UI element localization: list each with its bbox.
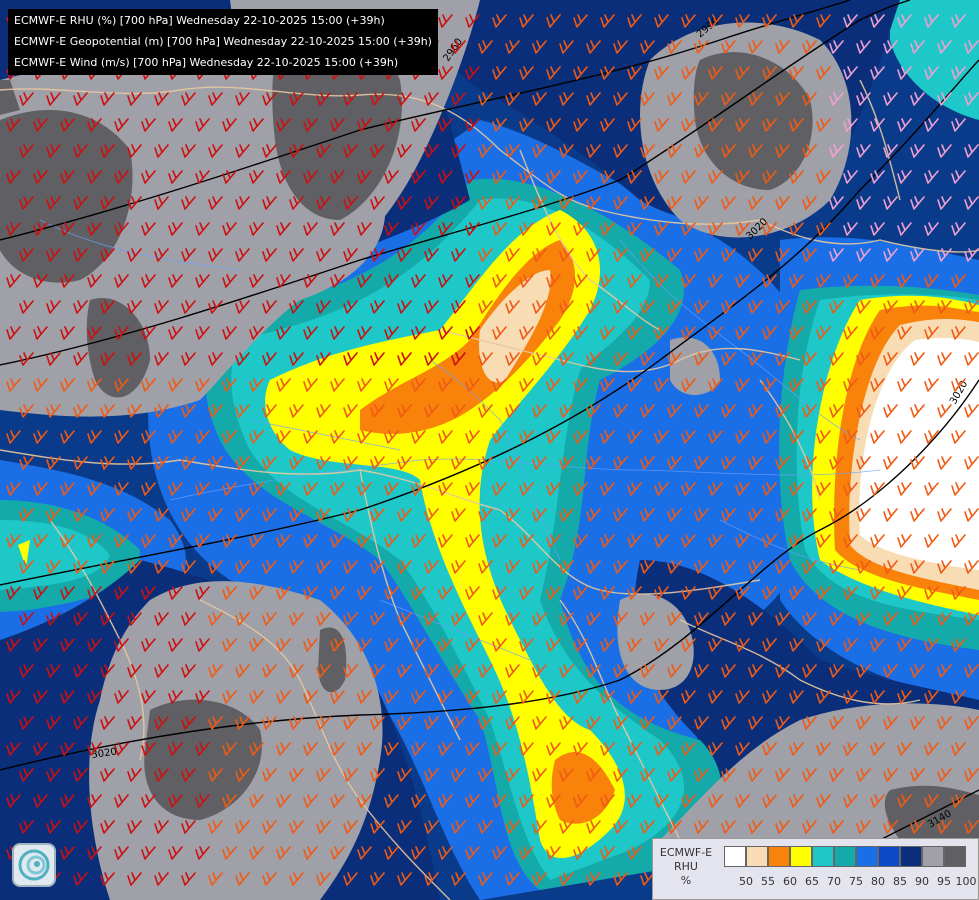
geopotential-title: ECMWF-E Geopotential (m) [700 hPa] Wedne… [14, 35, 432, 48]
legend-swatch [944, 846, 966, 867]
legend-swatch [746, 846, 768, 867]
legend-swatch [790, 846, 812, 867]
legend-swatch [922, 846, 944, 867]
legend-title-variable: RHU [674, 860, 698, 873]
legend-tick-label: 100 [955, 875, 977, 888]
wind-title: ECMWF-E Wind (m/s) [700 hPa] Wednesday 2… [14, 56, 399, 69]
rhu-legend: ECMWF-E RHU % 50 55 60 65 70 75 80 85 90 95 100 [652, 838, 979, 900]
humidity-field-95-se [884, 785, 979, 840]
legend-swatch [900, 846, 922, 867]
rhu-map: 2960 2990 3020 3020 3020 3140 [0, 0, 979, 900]
legend-title-model: ECMWF-E [659, 846, 713, 859]
humidity-field-95-sw2 [318, 627, 347, 693]
legend-swatch [768, 846, 790, 867]
legend-title: ECMWF-E RHU % [657, 846, 715, 888]
legend-swatch [878, 846, 900, 867]
map-title-box: ECMWF-E RHU (%) [700 hPa] Wednesday 22-1… [8, 9, 438, 75]
legend-swatch [812, 846, 834, 867]
legend-swatch [834, 846, 856, 867]
rhu-title: ECMWF-E RHU (%) [700 hPa] Wednesday 22-1… [14, 14, 385, 27]
ecmwf-spiral-logo-icon [12, 843, 56, 887]
legend-swatch [724, 846, 746, 867]
legend-title-unit: % [680, 874, 692, 887]
legend-swatch [856, 846, 878, 867]
